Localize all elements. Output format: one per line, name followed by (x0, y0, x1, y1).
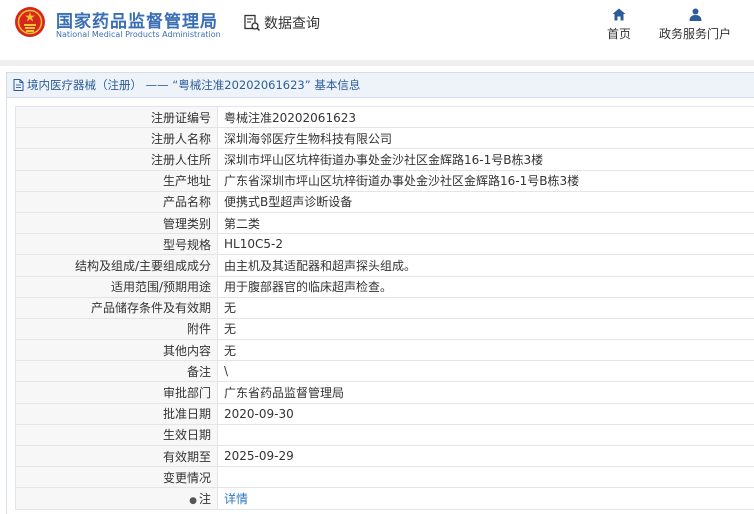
field-label: 产品名称 (16, 191, 218, 212)
field-label: 附件 (16, 318, 218, 339)
details-link[interactable]: 详情 (224, 492, 248, 506)
field-label: 生产地址 (16, 170, 218, 191)
field-value: 由主机及其适配器和超声探头组成。 (218, 255, 754, 276)
table-row: 附件无 (16, 318, 754, 339)
nav-home[interactable]: 首页 (602, 8, 636, 42)
field-label: 审批部门 (16, 382, 218, 403)
field-value: 深圳市坪山区坑梓街道办事处金沙社区金辉路16-1号B栋3楼 (218, 149, 754, 170)
table-row: 有效期至2025-09-29 (16, 446, 754, 467)
table-row: 产品储存条件及有效期无 (16, 297, 754, 318)
field-label: 型号规格 (16, 234, 218, 255)
field-label: 变更情况 (16, 467, 218, 488)
note-label-cell: ●注 (16, 488, 218, 509)
nav-service-portal[interactable]: 政务服务门户 (657, 8, 733, 42)
data-query-label: 数据查询 (264, 13, 320, 33)
field-label: 适用范围/预期用途 (16, 276, 218, 297)
field-value: 无 (218, 318, 754, 339)
field-label: 结构及组成/主要组成成分 (16, 255, 218, 276)
field-label: 有效期至 (16, 446, 218, 467)
national-emblem-icon (14, 6, 46, 38)
data-query-link[interactable]: 数据查询 (243, 13, 320, 33)
field-value: HL10C5-2 (218, 234, 754, 255)
lightbulb-icon: ● (189, 496, 197, 506)
table-row: 变更情况 (16, 467, 754, 488)
table-row: 生效日期 (16, 424, 754, 445)
panel-title-bar: 境内医疗器械（注册） —— “粤械注准20202061623” 基本信息 (7, 73, 754, 98)
field-value: 无 (218, 340, 754, 361)
table-row: 管理类别第二类 (16, 212, 754, 233)
field-label: 注册人名称 (16, 128, 218, 149)
table-row: 注册人名称深圳海邻医疗生物科技有限公司 (16, 128, 754, 149)
table-row: 审批部门广东省药品监督管理局 (16, 382, 754, 403)
field-label: 管理类别 (16, 212, 218, 233)
table-row: 生产地址广东省深圳市坪山区坑梓街道办事处金沙社区金辉路16-1号B栋3楼 (16, 170, 754, 191)
field-value: 2020-09-30 (218, 403, 754, 424)
table-row: 产品名称便携式B型超声诊断设备 (16, 191, 754, 212)
field-label: 生效日期 (16, 424, 218, 445)
field-label: 产品储存条件及有效期 (16, 297, 218, 318)
table-row: 批准日期2020-09-30 (16, 403, 754, 424)
field-value: 粤械注准20202061623 (218, 107, 754, 128)
field-value: 2025-09-29 (218, 446, 754, 467)
nav-service-label: 政务服务门户 (659, 27, 731, 41)
field-value (218, 424, 754, 445)
field-value: 第二类 (218, 212, 754, 233)
field-value (218, 467, 754, 488)
field-value: 用于腹部器官的临床超声检查。 (218, 276, 754, 297)
table-row: 适用范围/预期用途用于腹部器官的临床超声检查。 (16, 276, 754, 297)
user-icon (689, 8, 702, 21)
field-value: 广东省深圳市坪山区坑梓街道办事处金沙社区金辉路16-1号B栋3楼 (218, 170, 754, 191)
field-label: 其他内容 (16, 340, 218, 361)
device-info-table: 注册证编号粤械注准20202061623注册人名称深圳海邻医疗生物科技有限公司注… (15, 106, 754, 510)
detail-panel: 境内医疗器械（注册） —— “粤械注准20202061623” 基本信息 注册证… (6, 72, 754, 514)
header-divider (0, 60, 754, 66)
field-label: 注册证编号 (16, 107, 218, 128)
field-label: 注册人住所 (16, 149, 218, 170)
field-label: 备注 (16, 361, 218, 382)
document-icon (13, 79, 24, 91)
home-icon (612, 8, 626, 21)
field-value: 便携式B型超声诊断设备 (218, 191, 754, 212)
table-row: 其他内容无 (16, 340, 754, 361)
table-row: 结构及组成/主要组成成分由主机及其适配器和超声探头组成。 (16, 255, 754, 276)
table-row: 注册证编号粤械注准20202061623 (16, 107, 754, 128)
note-value-cell: 详情 (218, 488, 754, 509)
nav-home-label: 首页 (607, 27, 631, 41)
note-label: 注 (199, 492, 211, 506)
table-row: 注册人住所深圳市坪山区坑梓街道办事处金沙社区金辉路16-1号B栋3楼 (16, 149, 754, 170)
search-document-icon (243, 14, 261, 32)
field-value: 广东省药品监督管理局 (218, 382, 754, 403)
field-value: 无 (218, 297, 754, 318)
field-value: 深圳海邻医疗生物科技有限公司 (218, 128, 754, 149)
table-row: 备注\ (16, 361, 754, 382)
note-row: ●注详情 (16, 488, 754, 509)
device-info-body: 注册证编号粤械注准20202061623注册人名称深圳海邻医疗生物科技有限公司注… (16, 107, 754, 510)
table-row: 型号规格HL10C5-2 (16, 234, 754, 255)
site-header: 国家药品监督管理局 National Medical Products Admi… (0, 0, 754, 60)
field-value: \ (218, 361, 754, 382)
field-label: 批准日期 (16, 403, 218, 424)
site-name-en: National Medical Products Administration (56, 30, 221, 39)
panel-title: 境内医疗器械（注册） —— “粤械注准20202061623” 基本信息 (27, 77, 360, 93)
site-name-cn: 国家药品监督管理局 (56, 7, 218, 32)
